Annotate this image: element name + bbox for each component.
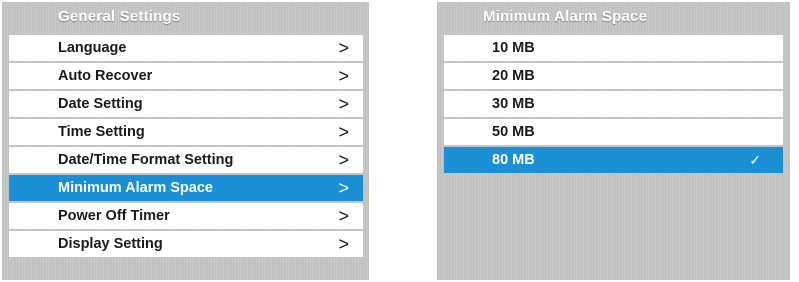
option-label: 20 MB <box>492 68 535 84</box>
menu-item-date-setting[interactable]: Date Setting > <box>9 91 363 117</box>
general-settings-menu: Language > Auto Recover > Date Setting >… <box>9 35 363 259</box>
menu-item-label: Time Setting <box>58 124 145 140</box>
chevron-right-icon: > <box>338 206 349 226</box>
menu-item-label: Auto Recover <box>58 68 153 84</box>
chevron-right-icon: > <box>338 234 349 254</box>
menu-item-label: Language <box>58 40 127 56</box>
general-settings-panel: General Settings Language > Auto Recover… <box>2 2 369 280</box>
menu-item-date-time-format[interactable]: Date/Time Format Setting > <box>9 147 363 173</box>
option-80mb[interactable]: 80 MB ✓ <box>444 147 783 173</box>
option-label: 10 MB <box>492 40 535 56</box>
option-label: 30 MB <box>492 96 535 112</box>
menu-item-language[interactable]: Language > <box>9 35 363 61</box>
menu-item-label: Minimum Alarm Space <box>58 180 213 196</box>
chevron-right-icon: > <box>338 94 349 114</box>
option-20mb[interactable]: 20 MB <box>444 63 783 89</box>
chevron-right-icon: > <box>338 150 349 170</box>
chevron-right-icon: > <box>338 122 349 142</box>
menu-item-time-setting[interactable]: Time Setting > <box>9 119 363 145</box>
menu-item-minimum-alarm-space[interactable]: Minimum Alarm Space > <box>9 175 363 201</box>
option-10mb[interactable]: 10 MB <box>444 35 783 61</box>
option-label: 80 MB <box>492 152 535 168</box>
checkmark-icon: ✓ <box>749 152 761 168</box>
menu-item-label: Date Setting <box>58 96 143 112</box>
menu-item-label: Power Off Timer <box>58 208 170 224</box>
menu-item-label: Date/Time Format Setting <box>58 152 234 168</box>
menu-item-display-setting[interactable]: Display Setting > <box>9 231 363 257</box>
chevron-right-icon: > <box>338 178 349 198</box>
menu-item-auto-recover[interactable]: Auto Recover > <box>9 63 363 89</box>
chevron-right-icon: > <box>338 38 349 58</box>
minimum-alarm-space-panel: Minimum Alarm Space 10 MB 20 MB 30 MB 50… <box>437 2 790 280</box>
option-50mb[interactable]: 50 MB <box>444 119 783 145</box>
general-settings-title: General Settings <box>58 8 181 25</box>
minimum-alarm-space-title: Minimum Alarm Space <box>483 8 648 25</box>
menu-item-power-off-timer[interactable]: Power Off Timer > <box>9 203 363 229</box>
chevron-right-icon: > <box>338 66 349 86</box>
menu-item-label: Display Setting <box>58 236 163 252</box>
option-label: 50 MB <box>492 124 535 140</box>
alarm-space-options: 10 MB 20 MB 30 MB 50 MB 80 MB ✓ <box>444 35 783 175</box>
option-30mb[interactable]: 30 MB <box>444 91 783 117</box>
